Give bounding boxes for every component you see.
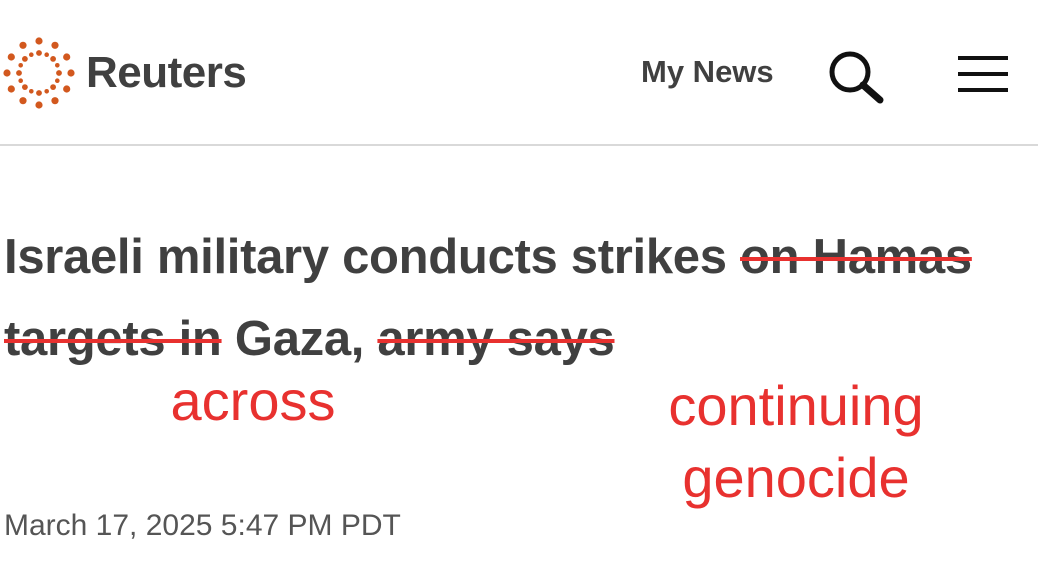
struck-headline-phrase: army says — [377, 312, 615, 366]
site-header: Reuters My News — [0, 0, 1038, 146]
hamburger-menu-icon[interactable] — [956, 52, 1010, 96]
handwritten-annotation-across: across — [170, 369, 336, 432]
article-headline: Israeli military conducts strikes on Ham… — [4, 216, 1024, 380]
annotation-line: genocide — [682, 446, 910, 509]
headline-text: Gaza, — [221, 312, 378, 366]
handwritten-annotation-continuing-genocide: continuing genocide — [640, 370, 952, 514]
headline-text: Israeli military conducts strikes — [4, 230, 741, 284]
search-icon[interactable] — [826, 48, 886, 104]
reuters-logo-icon[interactable] — [2, 36, 76, 110]
article-timestamp: March 17, 2025 5:47 PM PDT — [4, 509, 401, 542]
brand-name[interactable]: Reuters — [86, 46, 247, 100]
my-news-link[interactable]: My News — [641, 52, 774, 92]
annotation-line: continuing — [668, 374, 924, 437]
